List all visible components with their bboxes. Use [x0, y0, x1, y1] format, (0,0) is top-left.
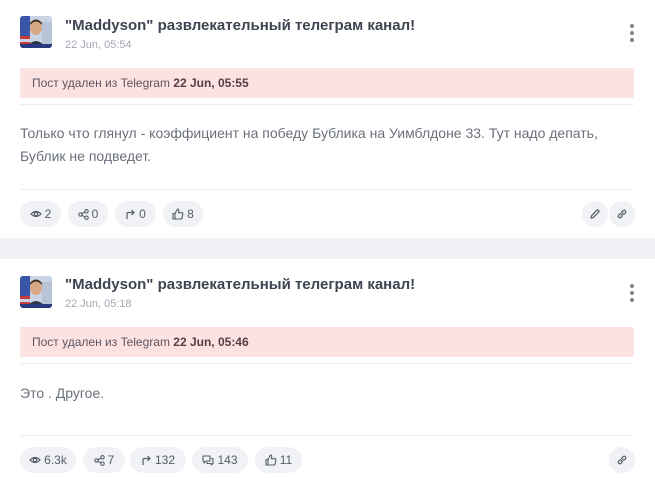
notice-time: 22 Jun, 05:46 — [173, 335, 249, 349]
more-menu-icon[interactable] — [628, 284, 636, 302]
forward-icon — [142, 455, 151, 465]
channel-avatar[interactable] — [20, 276, 52, 308]
shares-count: 0 — [91, 207, 99, 221]
copy-link-button[interactable] — [609, 201, 635, 227]
link-icon — [617, 455, 627, 465]
shares-count: 7 — [107, 453, 115, 467]
post-text-line: Бублик не подведет. — [20, 148, 152, 164]
edit-button[interactable] — [582, 201, 608, 227]
post-text-line: Только что глянул - коэффициент на побед… — [20, 125, 598, 141]
channel-avatar[interactable] — [20, 16, 52, 48]
views-stat[interactable]: 6.3k — [20, 447, 76, 473]
share-icon — [93, 454, 105, 466]
post-text: Только что глянул - коэффициент на побед… — [20, 122, 620, 168]
views-count: 2 — [44, 207, 52, 221]
comments-icon — [202, 454, 215, 466]
forwards-count: 132 — [154, 453, 176, 467]
post-date: 22 Jun, 05:54 — [65, 39, 132, 51]
likes-count: 8 — [187, 207, 194, 221]
forwards-count: 0 — [139, 207, 146, 221]
forward-icon — [126, 209, 136, 219]
post-card: "Maddyson" развлекательный телеграм кана… — [0, 0, 655, 238]
shares-stat[interactable]: 7 — [83, 447, 125, 473]
divider — [20, 189, 634, 190]
thumbs-up-icon — [172, 208, 184, 220]
likes-stat[interactable]: 8 — [163, 201, 203, 227]
link-icon — [617, 209, 627, 219]
thumbs-up-icon — [265, 454, 277, 466]
post-date: 22 Jun, 05:18 — [65, 298, 132, 310]
divider — [20, 363, 634, 364]
copy-link-button[interactable] — [609, 447, 635, 473]
post-text: Это . Другое. — [20, 382, 620, 405]
shares-stat[interactable]: 0 — [68, 201, 108, 227]
eye-icon — [29, 456, 42, 464]
notice-text: Пост удален из Telegram — [32, 335, 174, 349]
channel-name[interactable]: "Maddyson" развлекательный телеграм кана… — [65, 17, 415, 34]
post-card: "Maddyson" развлекательный телеграм кана… — [0, 259, 655, 478]
divider — [20, 435, 634, 436]
deleted-notice: Пост удален из Telegram 22 Jun, 05:55 — [20, 68, 634, 98]
post-text-line: Это . Другое. — [20, 385, 105, 401]
likes-stat[interactable]: 11 — [255, 447, 302, 473]
divider — [20, 104, 634, 105]
more-menu-icon[interactable] — [628, 24, 636, 42]
forwards-stat[interactable]: 0 — [115, 201, 156, 227]
deleted-notice: Пост удален из Telegram 22 Jun, 05:46 — [20, 327, 634, 357]
likes-count: 11 — [279, 453, 293, 467]
notice-text: Пост удален из Telegram — [32, 76, 174, 90]
views-count: 6.3k — [44, 453, 67, 467]
share-icon — [77, 208, 89, 220]
comments-count: 143 — [217, 453, 238, 467]
notice-time: 22 Jun, 05:55 — [173, 76, 249, 90]
views-stat[interactable]: 2 — [20, 201, 61, 227]
edit-icon — [590, 209, 600, 219]
forwards-stat[interactable]: 132 — [130, 447, 186, 473]
eye-icon — [29, 210, 42, 218]
channel-name[interactable]: "Maddyson" развлекательный телеграм кана… — [65, 276, 415, 293]
comments-stat[interactable]: 143 — [192, 447, 248, 473]
